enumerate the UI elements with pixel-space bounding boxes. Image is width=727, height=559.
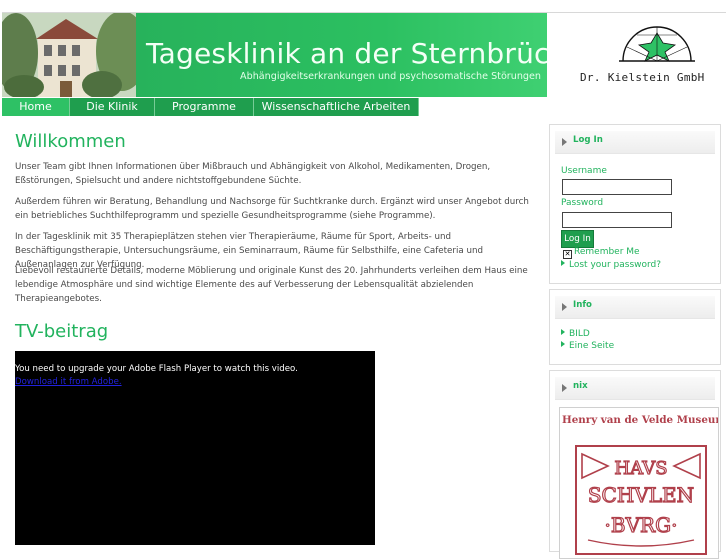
intro-paragraph-4: Liebevoll restaurierte Details, moderne … <box>15 266 528 304</box>
museum-title: Henry van de Velde Museum <box>562 414 719 426</box>
site-header: Tagesklinik an der Sternbrücke Abhängigk… <box>2 12 726 97</box>
login-box-title: Log In <box>573 135 603 145</box>
nav-item-wissenschaftliche-arbeiten[interactable]: Wissenschaftliche Arbeiten <box>254 98 419 116</box>
company-name: Dr. Kielstein GmbH <box>580 71 705 84</box>
password-label: Password <box>561 198 604 208</box>
lost-password-link[interactable]: Lost your password? <box>561 260 661 270</box>
flash-upgrade-message: You need to upgrade your Adobe Flash Pla… <box>15 364 298 374</box>
welcome-heading: Willkommen <box>15 131 126 152</box>
nav-spacer <box>419 98 545 116</box>
nav-item-home[interactable]: Home <box>2 98 70 116</box>
header-banner: Tagesklinik an der Sternbrücke Abhängigk… <box>136 13 582 97</box>
remember-me-label[interactable]: Remember Me <box>574 247 640 257</box>
info-box-header: Info <box>555 296 715 319</box>
nix-box: nix Henry van de Velde Museum HAVS SCHVL… <box>549 370 721 559</box>
info-box: Info BILD Eine Seite <box>549 289 721 365</box>
login-button[interactable]: Log In <box>561 230 594 248</box>
arrow-right-icon <box>561 329 565 335</box>
svg-text:SCHVLEN: SCHVLEN <box>588 483 694 507</box>
star-logo-icon <box>619 26 695 62</box>
username-label: Username <box>561 166 607 176</box>
museum-banner-image[interactable]: Henry van de Velde Museum HAVS SCHVLEN ·… <box>559 407 719 559</box>
password-input[interactable] <box>562 212 672 228</box>
username-input[interactable] <box>562 179 672 195</box>
intro-paragraph-1: Unser Team gibt Ihnen Informationen über… <box>15 162 491 186</box>
login-box-header: Log In <box>555 131 715 154</box>
svg-text:·BVRG·: ·BVRG· <box>605 513 678 537</box>
tv-heading: TV-beitrag <box>15 321 109 342</box>
login-box: Log In Username Password Log In ✕ Rememb… <box>549 124 721 284</box>
nix-box-header: nix <box>555 377 715 400</box>
svg-text:HAVS: HAVS <box>614 458 667 479</box>
building-photo <box>2 13 136 97</box>
triangle-right-icon <box>562 303 567 311</box>
arrow-right-icon <box>561 260 565 266</box>
info-box-title: Info <box>573 300 592 310</box>
main-nav: Home Die Klinik Programme Wissenschaftli… <box>2 98 545 116</box>
triangle-right-icon <box>562 138 567 146</box>
triangle-right-icon <box>562 384 567 392</box>
site-subtitle: Abhängigkeitserkrankungen und psychosoma… <box>240 71 541 82</box>
nix-box-title: nix <box>573 381 588 391</box>
site-title: Tagesklinik an der Sternbrücke <box>146 37 583 70</box>
intro-paragraph-2: Außerdem führen wir Beratung, Behandlung… <box>15 197 529 221</box>
video-player[interactable]: You need to upgrade your Adobe Flash Pla… <box>15 351 375 545</box>
hausschulenburg-stamp-icon: HAVS SCHVLEN ·BVRG· <box>575 445 707 555</box>
company-logo-area: Dr. Kielstein GmbH <box>547 13 726 97</box>
info-link-bild[interactable]: BILD <box>561 329 590 339</box>
nav-item-die-klinik[interactable]: Die Klinik <box>70 98 155 116</box>
info-link-eine-seite[interactable]: Eine Seite <box>561 341 614 351</box>
arrow-right-icon <box>561 341 565 347</box>
adobe-download-link[interactable]: Download it from Adobe. <box>15 377 122 387</box>
nav-item-programme[interactable]: Programme <box>155 98 254 116</box>
remember-me-checkbox[interactable]: ✕ <box>563 250 572 259</box>
